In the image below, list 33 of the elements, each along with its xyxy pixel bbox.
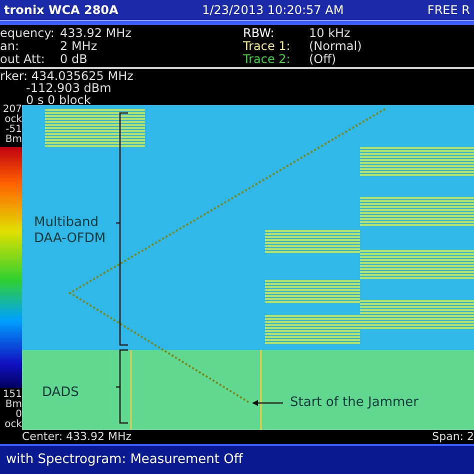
- arrow-icon: [252, 399, 284, 407]
- status-bar: with Spectrogram: Measurement Off: [0, 444, 474, 474]
- annotation-label: Multiband DAA-OFDM: [34, 215, 107, 247]
- setting-value: 2 MHz: [60, 39, 98, 53]
- mode-label: FREE R: [427, 2, 470, 19]
- setting-value: (Normal): [309, 39, 362, 53]
- setting-label: an:: [0, 40, 20, 53]
- setting-label: out Att:: [0, 53, 46, 66]
- scale-label: Bm: [4, 135, 22, 145]
- setting-label: Trace 1:: [243, 40, 292, 53]
- scale-label: Bm: [4, 400, 22, 410]
- setting-value: (Off): [309, 52, 336, 66]
- marker-readout: rker: 434.035625 MHz: [0, 70, 134, 82]
- marker-readout: -112.903 dBm: [25, 82, 112, 94]
- setting-value: 10 kHz: [309, 26, 350, 40]
- instrument-name: tronix WCA 280A: [4, 2, 118, 19]
- scale-label: 0: [16, 410, 22, 420]
- setting-value: 0 dB: [60, 52, 88, 66]
- scale-label: ock: [4, 115, 22, 125]
- axis-label: Center: 433.92 MHz: [22, 430, 132, 444]
- scale-label: -51: [4, 125, 22, 135]
- setting-label: RBW:: [243, 27, 276, 40]
- annotation-label: DADS: [42, 385, 80, 401]
- setting-label: equency:: [0, 27, 56, 40]
- annotation-label: Start of the Jammer: [290, 395, 420, 411]
- setting-label: Trace 2:: [243, 53, 292, 66]
- date-time: 1/23/2013 10:20:57 AM: [202, 2, 344, 19]
- scale-label: 151: [2, 390, 22, 400]
- scale-label: ock: [4, 420, 22, 430]
- scale-label: 207: [2, 105, 22, 115]
- setting-value: 433.92 MHz: [60, 26, 132, 40]
- marker-readout: 0 s 0 block: [25, 94, 91, 106]
- axis-label: Span: 2: [432, 430, 474, 444]
